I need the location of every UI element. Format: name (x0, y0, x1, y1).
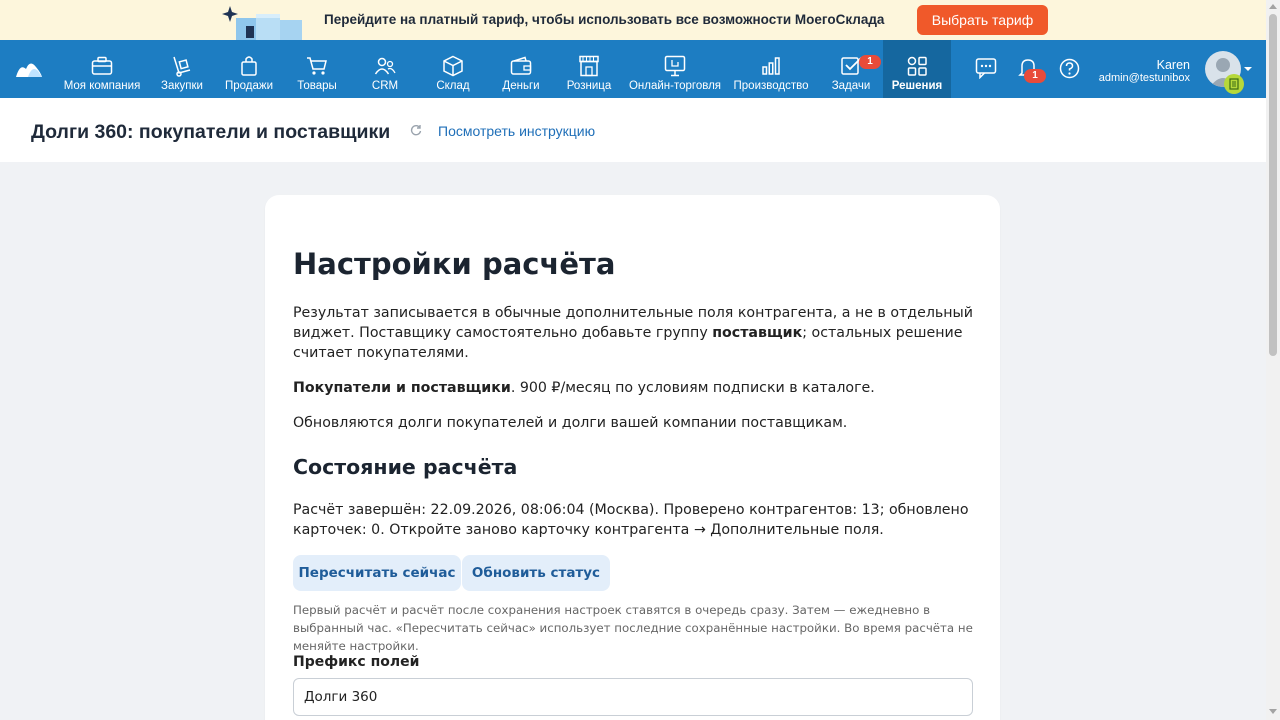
scroll-up-icon[interactable] (1269, 4, 1277, 9)
user-email[interactable]: admin@testunibox (1090, 72, 1190, 84)
wallet-icon (510, 54, 532, 78)
refresh-icon[interactable] (410, 124, 422, 136)
nav-item-purchases[interactable]: Закупки (157, 40, 207, 98)
nav-label: Продажи (224, 80, 274, 92)
user-menu-chevron-down-icon[interactable] (1244, 67, 1252, 71)
page-title: Долги 360: покупатели и поставщики (31, 121, 391, 143)
nav-item-warehouse[interactable]: Склад (433, 40, 473, 98)
settings-heading: Настройки расчёта (293, 247, 616, 281)
nav-item-money[interactable]: Деньги (499, 40, 543, 98)
nav-item-retail[interactable]: Розница (564, 40, 614, 98)
scroll-down-icon[interactable] (1269, 709, 1277, 714)
notifications-badge: 1 (1024, 69, 1046, 83)
tasks-badge: 1 (859, 55, 881, 69)
choose-plan-button[interactable]: Выбрать тариф (917, 5, 1048, 35)
settings-card: Настройки расчёта Результат записывается… (265, 195, 1000, 720)
scrollbar[interactable] (1266, 0, 1280, 720)
box-icon (442, 54, 464, 78)
chat-icon[interactable] (975, 57, 997, 79)
nav-item-solutions[interactable]: Решения (883, 40, 951, 98)
nav-label: Товары (297, 80, 337, 92)
scroll-thumb[interactable] (1269, 14, 1277, 356)
nav-item-tasks[interactable]: Задачи 1 (828, 40, 881, 98)
tasks-icon (840, 54, 862, 78)
promo-banner: Перейдите на платный тариф, чтобы исполь… (0, 0, 1266, 40)
plan-paragraph: Покупатели и поставщики. 900 ₽/месяц по … (293, 378, 973, 398)
prefix-input[interactable] (293, 678, 973, 716)
prefix-label: Префикс полей (293, 654, 420, 670)
refresh-status-button[interactable]: Обновить статус (462, 555, 610, 591)
shopping-cart-icon (306, 54, 328, 78)
nav-item-sales[interactable]: Продажи (222, 40, 276, 98)
nav-label: Склад (436, 80, 470, 92)
chart-icon (761, 54, 781, 78)
status-heading: Состояние расчёта (293, 455, 518, 479)
nav-item-crm[interactable]: CRM (365, 40, 405, 98)
nav-item-products[interactable]: Товары (293, 40, 341, 98)
company-badge-icon (1224, 74, 1244, 94)
nav-label: CRM (371, 80, 399, 92)
nav-item-production[interactable]: Производство (733, 40, 809, 98)
plan-price: . 900 ₽/месяц по условиям подписки в кат… (510, 380, 875, 396)
online-store-icon (664, 54, 686, 78)
recalculate-button[interactable]: Пересчитать сейчас (293, 555, 461, 591)
top-navigation: Моя компания Закупки Продажи Товары CRM … (0, 40, 1266, 98)
store-icon (578, 54, 600, 78)
instructions-link[interactable]: Посмотреть инструкцию (438, 123, 595, 139)
nav-label: Розница (566, 80, 612, 92)
nav-label: Задачи (831, 80, 871, 92)
user-name[interactable]: Karen (1100, 58, 1190, 72)
intro-bold: поставщик (712, 325, 803, 341)
boxes-illustration-icon (222, 6, 302, 40)
nav-label: Решения (891, 80, 943, 92)
status-text: Расчёт завершён: 22.09.2026, 08:06:04 (М… (293, 502, 969, 538)
apps-icon (906, 54, 928, 78)
nav-label: Деньги (502, 80, 540, 92)
updates-paragraph: Обновляются долги покупателей и долги ва… (293, 415, 848, 431)
promo-text: Перейдите на платный тариф, чтобы исполь… (324, 12, 885, 27)
plan-name: Покупатели и поставщики (293, 380, 511, 396)
nav-label: Онлайн-торговля (628, 80, 722, 92)
briefcase-icon (91, 54, 113, 78)
nav-label: Моя компания (63, 80, 141, 92)
page-header: Долги 360: покупатели и поставщики Посмо… (0, 98, 1266, 162)
nav-item-online-trade[interactable]: Онлайн-торговля (629, 40, 721, 98)
cart-dolly-icon (171, 54, 193, 78)
intro-paragraph: Результат записывается в обычные дополни… (293, 303, 973, 363)
shopping-bag-icon (239, 54, 259, 78)
nav-label: Закупки (161, 80, 203, 92)
users-icon (374, 54, 396, 78)
nav-item-my-company[interactable]: Моя компания (62, 40, 142, 98)
schedule-hint: Первый расчёт и расчёт после сохранения … (293, 603, 973, 653)
nav-label: Производство (733, 80, 809, 92)
logo-icon[interactable] (14, 57, 44, 81)
help-icon[interactable] (1059, 58, 1080, 79)
